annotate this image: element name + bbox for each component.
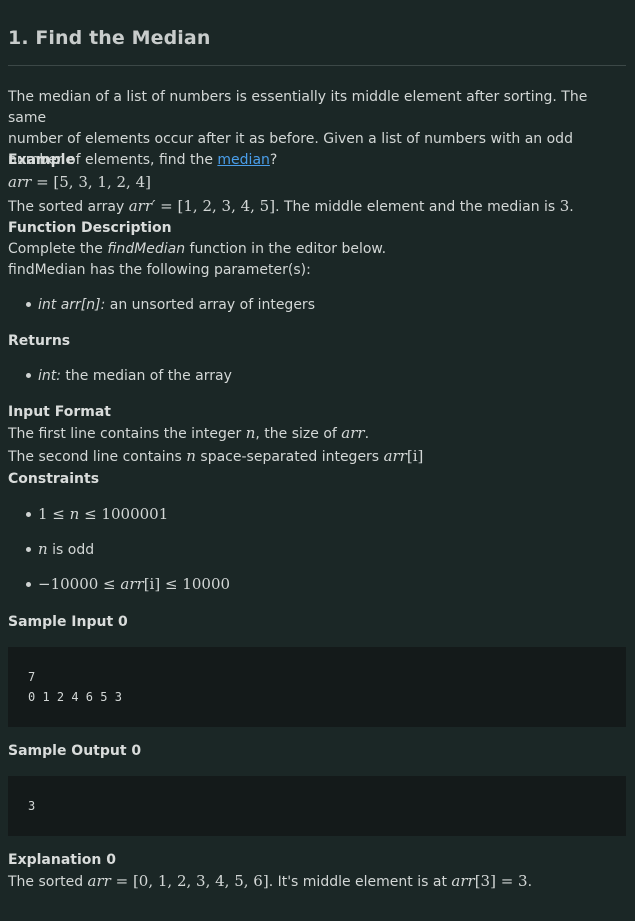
math-expr: [i]	[406, 447, 424, 465]
input-format-line: The first line contains the integer n, t…	[8, 423, 626, 445]
function-description-heading: Function Description	[8, 220, 172, 236]
math-var: arr	[341, 424, 365, 442]
constraints-section: Constraints	[8, 469, 626, 490]
math-var: arr	[87, 872, 111, 890]
explanation-line: The sorted arr = [0, 1, 2, 3, 4, 5, 6]. …	[8, 871, 626, 893]
text: .	[569, 199, 574, 215]
function-name: findMedian	[107, 241, 186, 257]
explanation-heading: Explanation 0	[8, 852, 116, 868]
return-type: int:	[38, 368, 61, 384]
math-expr: ≤ 1000001	[79, 505, 169, 523]
sample-output-code: 3	[8, 776, 626, 836]
math-var: n	[69, 505, 80, 523]
text: .	[527, 874, 533, 890]
math-var: arr	[451, 872, 475, 890]
math-expr: = [5, 3, 1, 2, 4]	[31, 173, 151, 191]
bullet-icon	[26, 372, 31, 378]
math-var: n	[38, 540, 48, 558]
math-var: n	[186, 447, 196, 465]
text: The sorted	[8, 874, 88, 890]
text: Complete the	[8, 241, 108, 257]
text: . It's middle element is at	[268, 874, 452, 890]
math-var: n	[245, 424, 256, 442]
returns-section: Returns	[8, 331, 626, 352]
code-line: 3	[28, 799, 36, 813]
bullet-icon	[26, 581, 31, 587]
code-line: 7	[28, 670, 36, 684]
intro-line: number of elements occur after it as bef…	[8, 131, 573, 147]
text: The sorted array	[8, 199, 129, 215]
example-heading: Example	[8, 152, 75, 168]
bullet-icon	[26, 511, 31, 517]
math-var: arr	[120, 575, 144, 593]
sample-output-heading: Sample Output 0	[8, 743, 142, 759]
returns-heading: Returns	[8, 333, 71, 349]
text: .	[364, 426, 370, 442]
text: is odd	[47, 542, 95, 558]
code-line: 0 1 2 4 6 5 3	[28, 690, 122, 704]
text: . The middle element and the median is	[275, 199, 560, 215]
constraint-item: −10000 ≤ arr[i] ≤ 10000	[26, 574, 230, 596]
text: function in the editor below.	[185, 241, 387, 257]
math-expr: = [0, 1, 2, 3, 4, 5, 6]	[110, 872, 269, 890]
fd-line: findMedian has the following parameter(s…	[8, 262, 311, 278]
bullet-icon	[26, 546, 31, 552]
text: The first line contains the integer	[8, 426, 246, 442]
example-sorted: The sorted array arr′ = [1, 2, 3, 4, 5].…	[8, 196, 626, 218]
input-format-section: Input Format The first line contains the…	[8, 402, 626, 468]
title-divider	[8, 65, 626, 66]
math-expr: ≤ 10000	[160, 575, 231, 593]
input-format-line: The second line contains n space-separat…	[8, 446, 626, 468]
math-expr: [3] = 3	[474, 872, 528, 890]
text: space-separated integers	[195, 449, 384, 465]
param-type: int arr[n]:	[38, 297, 106, 313]
math-expr: −10000 ≤	[38, 575, 121, 593]
page-title: 1. Find the Median	[8, 27, 211, 49]
return-desc: the median of the array	[60, 368, 232, 384]
example-section: Example arr = [5, 3, 1, 2, 4] The sorted…	[8, 150, 626, 218]
text: , the size of	[255, 426, 342, 442]
math-value: 3	[559, 197, 570, 215]
math-var: arr′	[128, 197, 156, 215]
returns-list-item: int: the median of the array	[26, 366, 232, 387]
param-desc: an unsorted array of integers	[105, 297, 315, 313]
math-var: arr	[8, 173, 32, 191]
sample-input-code: 7 0 1 2 4 6 5 3	[8, 647, 626, 727]
function-description-section: Function Description Complete the findMe…	[8, 218, 626, 281]
math-var: arr	[383, 447, 407, 465]
math-expr: = [1, 2, 3, 4, 5]	[155, 197, 276, 215]
example-arr: arr = [5, 3, 1, 2, 4]	[8, 172, 626, 194]
math-expr: [i]	[143, 575, 161, 593]
bullet-icon	[26, 301, 31, 307]
intro-line: The median of a list of numbers is essen…	[8, 89, 588, 126]
explanation-section: Explanation 0 The sorted arr = [0, 1, 2,…	[8, 850, 626, 893]
sample-input-heading: Sample Input 0	[8, 614, 128, 630]
input-format-heading: Input Format	[8, 404, 111, 420]
fd-line: Complete the findMedian function in the …	[8, 239, 626, 260]
constraints-heading: Constraints	[8, 471, 100, 487]
constraint-item: n is odd	[26, 539, 94, 561]
math-expr: 1 ≤	[38, 505, 70, 523]
constraint-item: 1 ≤ n ≤ 1000001	[26, 504, 168, 526]
text: The second line contains	[8, 449, 187, 465]
param-list-item: int arr[n]: an unsorted array of integer…	[26, 295, 315, 316]
